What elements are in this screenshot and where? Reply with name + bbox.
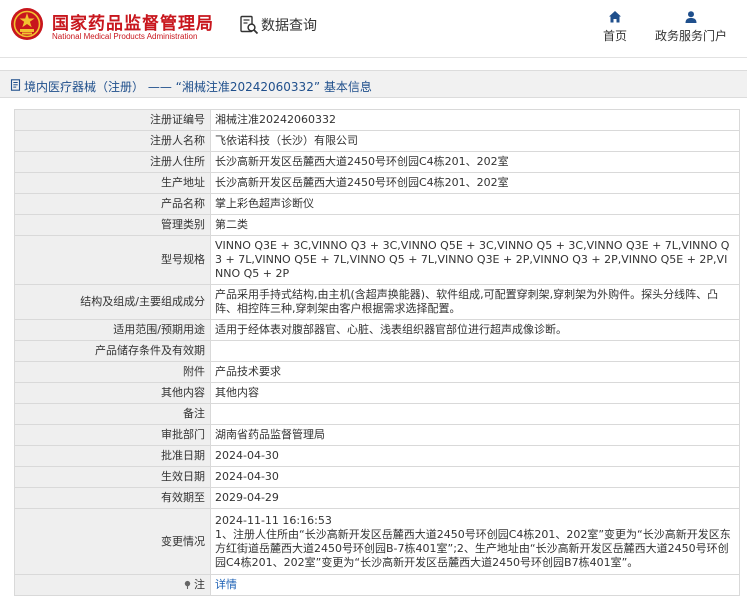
field-label: 生效日期 (14, 466, 211, 488)
field-value: 适用于经体表对腹部器官、心脏、浅表组织器官部位进行超声成像诊断。 (210, 319, 740, 341)
field-value: 湘械注准20242060332 (210, 109, 740, 131)
field-label: 型号规格 (14, 235, 211, 285)
home-icon (609, 11, 621, 23)
breadcrumb: 境内医疗器械（注册） —— “湘械注准20242060332” 基本信息 (0, 70, 747, 98)
table-row: 注 详情 (14, 574, 740, 596)
field-value: 长沙高新开发区岳麓西大道2450号环创园C4栋201、202室 (210, 151, 740, 173)
field-label: 其他内容 (14, 382, 211, 404)
table-row: 变更情况 2024-11-11 16:16:53 1、注册人住所由“长沙高新开发… (14, 508, 740, 575)
change-history-value: 2024-11-11 16:16:53 1、注册人住所由“长沙高新开发区岳麓西大… (210, 508, 740, 575)
field-value: 产品采用手持式结构,由主机(含超声换能器)、软件组成,可配置穿刺架,穿刺架为外购… (210, 284, 740, 320)
table-row: 备注 (14, 403, 740, 425)
note-label: 注 (194, 578, 205, 591)
field-label: 适用范围/预期用途 (14, 319, 211, 341)
field-value: VINNO Q3E + 3C,VINNO Q3 + 3C,VINNO Q5E +… (210, 235, 740, 285)
field-value: 掌上彩色超声诊断仪 (210, 193, 740, 215)
logo-title-en[interactable]: National Medical Products Administration (52, 32, 197, 41)
nav-home[interactable]: 首页 (598, 10, 632, 44)
field-label: 管理类别 (14, 214, 211, 236)
table-row: 产品储存条件及有效期 (14, 340, 740, 362)
user-icon (685, 11, 697, 23)
field-label: 产品储存条件及有效期 (14, 340, 211, 362)
note-label-cell: 注 (14, 574, 211, 596)
logo-title-cn[interactable]: 国家药品监督管理局 (52, 9, 214, 34)
field-value: 2029-04-29 (210, 487, 740, 509)
table-row: 附件 产品技术要求 (14, 361, 740, 383)
field-label: 有效期至 (14, 487, 211, 509)
breadcrumb-text: 境内医疗器械（注册） —— “湘械注准20242060332” 基本信息 (24, 80, 372, 94)
table-row: 产品名称 掌上彩色超声诊断仪 (14, 193, 740, 215)
field-value: 2024-04-30 (210, 466, 740, 488)
data-query-title: 数据查询 (261, 18, 317, 34)
field-value: 2024-04-30 (210, 445, 740, 467)
field-value (210, 340, 740, 362)
table-row: 批准日期 2024-04-30 (14, 445, 740, 467)
field-value: 产品技术要求 (210, 361, 740, 383)
table-row: 生产地址 长沙高新开发区岳麓西大道2450号环创园C4栋201、202室 (14, 172, 740, 194)
table-row: 注册人住所 长沙高新开发区岳麓西大道2450号环创园C4栋201、202室 (14, 151, 740, 173)
field-label: 变更情况 (14, 508, 211, 575)
field-label: 附件 (14, 361, 211, 383)
table-row: 有效期至 2029-04-29 (14, 487, 740, 509)
field-label: 批准日期 (14, 445, 211, 467)
field-label: 注册证编号 (14, 109, 211, 131)
field-label: 生产地址 (14, 172, 211, 194)
national-emblem-logo[interactable] (10, 7, 44, 41)
table-row: 型号规格 VINNO Q3E + 3C,VINNO Q3 + 3C,VINNO … (14, 235, 740, 285)
table-row: 其他内容 其他内容 (14, 382, 740, 404)
field-value: 长沙高新开发区岳麓西大道2450号环创园C4栋201、202室 (210, 172, 740, 194)
document-icon (10, 79, 21, 91)
field-value (210, 403, 740, 425)
table-row: 适用范围/预期用途 适用于经体表对腹部器官、心脏、浅表组织器官部位进行超声成像诊… (14, 319, 740, 341)
field-label: 结构及组成/主要组成成分 (14, 284, 211, 320)
field-label: 备注 (14, 403, 211, 425)
site-header: 国家药品监督管理局 National Medical Products Admi… (0, 0, 747, 58)
nav-gov-service-portal[interactable]: 政务服务门户 (651, 10, 731, 44)
pin-icon (184, 580, 191, 589)
field-label: 产品名称 (14, 193, 211, 215)
detail-table: 注册证编号 湘械注准20242060332 注册人名称 飞依诺科技（长沙）有限公… (14, 109, 740, 596)
field-label: 注册人住所 (14, 151, 211, 173)
change-history-text: 2024-11-11 16:16:53 1、注册人住所由“长沙高新开发区岳麓西大… (215, 513, 731, 569)
nav-home-label: 首页 (602, 29, 627, 43)
field-value: 第二类 (210, 214, 740, 236)
details-link[interactable]: 详情 (215, 578, 237, 591)
field-value: 飞依诺科技（长沙）有限公司 (210, 130, 740, 152)
table-row: 注册证编号 湘械注准20242060332 (14, 109, 740, 131)
nav-gov-service-label: 政务服务门户 (654, 29, 727, 43)
table-row: 注册人名称 飞依诺科技（长沙）有限公司 (14, 130, 740, 152)
table-row: 审批部门 湖南省药品监督管理局 (14, 424, 740, 446)
field-value: 湖南省药品监督管理局 (210, 424, 740, 446)
table-row: 管理类别 第二类 (14, 214, 740, 236)
document-search-icon (240, 15, 259, 35)
field-label: 审批部门 (14, 424, 211, 446)
note-value: 详情 (210, 574, 740, 596)
table-row: 结构及组成/主要组成成分 产品采用手持式结构,由主机(含超声换能器)、软件组成,… (14, 284, 740, 320)
table-row: 生效日期 2024-04-30 (14, 466, 740, 488)
field-label: 注册人名称 (14, 130, 211, 152)
field-value: 其他内容 (210, 382, 740, 404)
